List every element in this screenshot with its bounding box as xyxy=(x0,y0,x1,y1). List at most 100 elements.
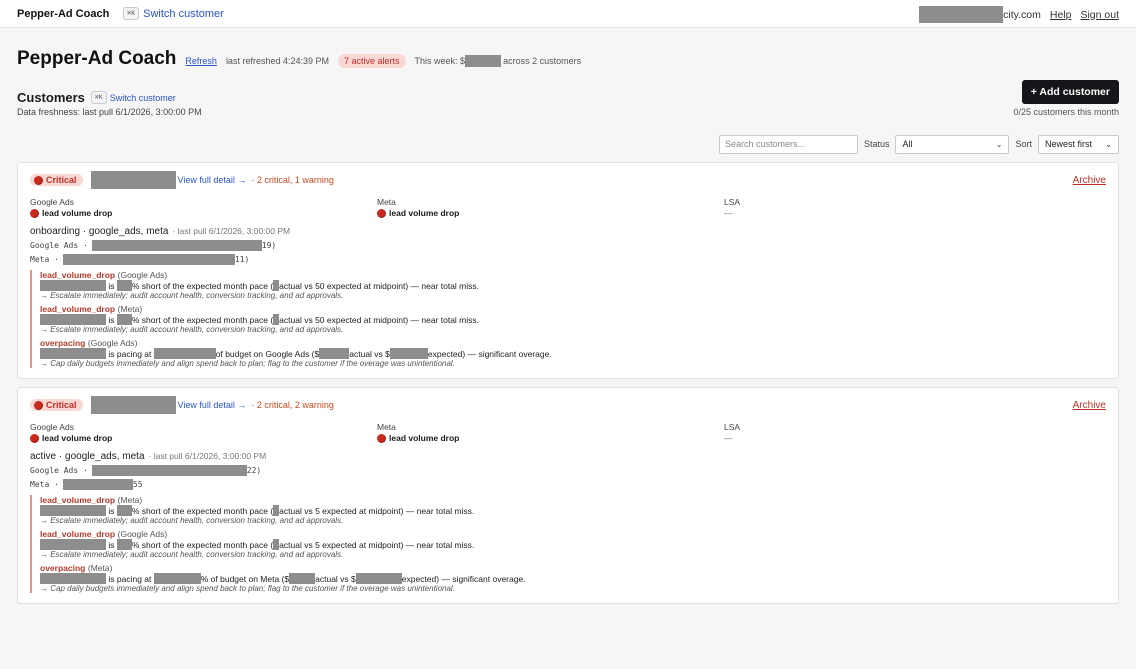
account-id-google: Google Ads · 22) xyxy=(30,465,1106,476)
alert-recommendation: → Cap daily budgets immediately and alig… xyxy=(40,359,455,368)
sort-label: Sort xyxy=(1015,139,1032,149)
alert-message: is pacing at % of budget on Meta ($ actu… xyxy=(40,573,1106,584)
alert-code: lead_volume_drop xyxy=(40,304,116,314)
archive-link[interactable]: Archive xyxy=(1073,400,1106,411)
customer-card: Critical View full detail → · 2 critical… xyxy=(17,162,1119,379)
this-week-prefix: This week: $ xyxy=(414,56,466,66)
alert-item: overpacing (Google Ads) is pacing at of … xyxy=(40,338,1106,368)
keyboard-shortcut-hint: ⌘K xyxy=(123,7,140,20)
help-link[interactable]: Help xyxy=(1050,9,1072,21)
alert-text: expected) — significant overage. xyxy=(401,573,526,584)
alert-text: % short of the expected month pace ( xyxy=(131,314,274,325)
redacted-account-id xyxy=(62,254,235,265)
archive-link[interactable]: Archive xyxy=(1073,175,1106,186)
alert-platform: (Google Ads) xyxy=(87,338,138,348)
platform-name: Google Ads xyxy=(30,422,74,432)
add-customer-button[interactable]: + Add customer xyxy=(1021,80,1119,104)
redacted-email xyxy=(919,6,1004,23)
account-id-meta: Meta · 55 xyxy=(30,479,1106,490)
customers-title-row: Customers ⌘K Switch customer xyxy=(17,90,1119,105)
platform-lsa: LSA — xyxy=(724,422,1071,443)
redacted-value xyxy=(116,280,132,291)
main-content: Pepper-Ad Coach Refresh last refreshed 4… xyxy=(0,48,1136,604)
platform-status-text: lead volume drop xyxy=(42,433,113,443)
alert-item: lead_volume_drop (Meta) is % short of th… xyxy=(40,495,1106,525)
alert-text: is xyxy=(108,539,115,550)
alert-platform: (Meta) xyxy=(87,563,113,573)
sign-out-link[interactable]: Sign out xyxy=(1080,9,1119,21)
view-full-detail-link[interactable]: View full detail → xyxy=(178,400,247,410)
alert-recommendation: → Cap daily budgets immediately and alig… xyxy=(40,584,455,593)
alert-recommendation: → Escalate immediately; audit account he… xyxy=(40,325,344,334)
redacted-account-id xyxy=(91,240,262,251)
platform-name: LSA xyxy=(724,197,741,207)
redacted-name xyxy=(40,505,106,516)
switch-customer-link[interactable]: Switch customer xyxy=(110,93,176,103)
platform-status-text: lead volume drop xyxy=(389,208,460,218)
alert-text: actual vs 50 expected at midpoint) — nea… xyxy=(279,314,480,325)
switch-customer-link[interactable]: Switch customer xyxy=(143,8,224,20)
chevron-down-icon: ⌄ xyxy=(995,139,1003,149)
sort-select-value: Newest first xyxy=(1045,139,1093,149)
view-full-detail-link[interactable]: View full detail → xyxy=(178,175,247,185)
redacted-amount xyxy=(465,55,502,67)
customers-title: Customers xyxy=(17,90,85,105)
alert-text: of budget on Google Ads ($ xyxy=(215,348,320,359)
platform-status-row: Google Ads lead volume drop Meta lead vo… xyxy=(30,422,1106,443)
alert-recommendation: → Escalate immediately; audit account he… xyxy=(40,516,344,525)
alert-counts: · 2 critical, 1 warning xyxy=(251,175,334,185)
redacted-value xyxy=(355,573,402,584)
email-suffix: city.com xyxy=(1003,8,1041,21)
account-label: Google Ads · xyxy=(30,241,88,250)
redacted-name xyxy=(40,539,106,550)
platform-name: LSA xyxy=(724,422,741,432)
status-badge: Critical xyxy=(30,399,83,411)
alert-platform: (Meta) xyxy=(117,495,143,505)
redacted-value xyxy=(319,348,350,359)
redacted-name xyxy=(40,280,106,291)
stage-text: active · google_ads, meta xyxy=(30,451,145,462)
platform-status: lead volume drop xyxy=(377,208,724,218)
alert-text: expected) — significant overage. xyxy=(427,348,552,359)
redacted-value xyxy=(153,348,216,359)
status-select-value: All xyxy=(902,139,913,149)
platform-meta: Meta lead volume drop xyxy=(377,422,724,443)
data-freshness: Data freshness: last pull 6/1/2026, 3:00… xyxy=(17,107,202,117)
keyboard-shortcut-hint: ⌘K xyxy=(90,91,107,104)
platform-google-ads: Google Ads lead volume drop xyxy=(30,197,377,218)
customer-stage: onboarding · google_ads, meta · last pull… xyxy=(30,226,1106,237)
account-tail: 55 xyxy=(132,480,143,489)
refresh-link[interactable]: Refresh xyxy=(185,56,217,66)
alert-list: lead_volume_drop (Meta) is % short of th… xyxy=(30,495,1106,593)
status-badge-label: Critical xyxy=(46,400,77,410)
top-switch-customer[interactable]: ⌘K Switch customer xyxy=(123,7,224,20)
card-header: Critical View full detail → · 2 critical… xyxy=(30,396,1106,414)
platform-name: Google Ads xyxy=(30,197,74,207)
alert-text: actual vs 5 expected at midpoint) — near… xyxy=(279,539,475,550)
last-refreshed-text: last refreshed 4:24:39 PM xyxy=(225,56,329,66)
redacted-value xyxy=(116,539,132,550)
alert-text: actual vs 5 expected at midpoint) — near… xyxy=(279,505,475,516)
brand-logo-text[interactable]: Pepper-Ad Coach xyxy=(17,8,109,20)
page-title: Pepper-Ad Coach xyxy=(17,48,177,69)
chevron-down-icon: ⌄ xyxy=(1105,139,1112,149)
redacted-value xyxy=(116,314,132,325)
account-id-meta: Meta · 11) xyxy=(30,254,1106,265)
redacted-name xyxy=(40,314,106,325)
platform-status-text: — xyxy=(724,208,733,218)
redacted-value xyxy=(116,505,132,516)
alert-code: overpacing xyxy=(40,563,86,573)
platform-status-text: — xyxy=(724,433,733,443)
customers-switch[interactable]: ⌘K Switch customer xyxy=(90,91,176,104)
this-week-suffix: across 2 customers xyxy=(503,56,582,66)
redacted-name xyxy=(40,348,106,359)
redacted-customer-name xyxy=(90,171,176,189)
platform-meta: Meta lead volume drop xyxy=(377,197,724,218)
alert-recommendation: → Escalate immediately; audit account he… xyxy=(40,291,344,300)
alert-platform: (Google Ads) xyxy=(117,529,168,539)
account-label: Meta · xyxy=(30,255,59,264)
alert-message: is % short of the expected month pace ( … xyxy=(40,280,1106,291)
platform-google-ads: Google Ads lead volume drop xyxy=(30,422,377,443)
status-badge: Critical xyxy=(30,174,83,186)
customer-card: Critical View full detail → · 2 critical… xyxy=(17,387,1119,604)
